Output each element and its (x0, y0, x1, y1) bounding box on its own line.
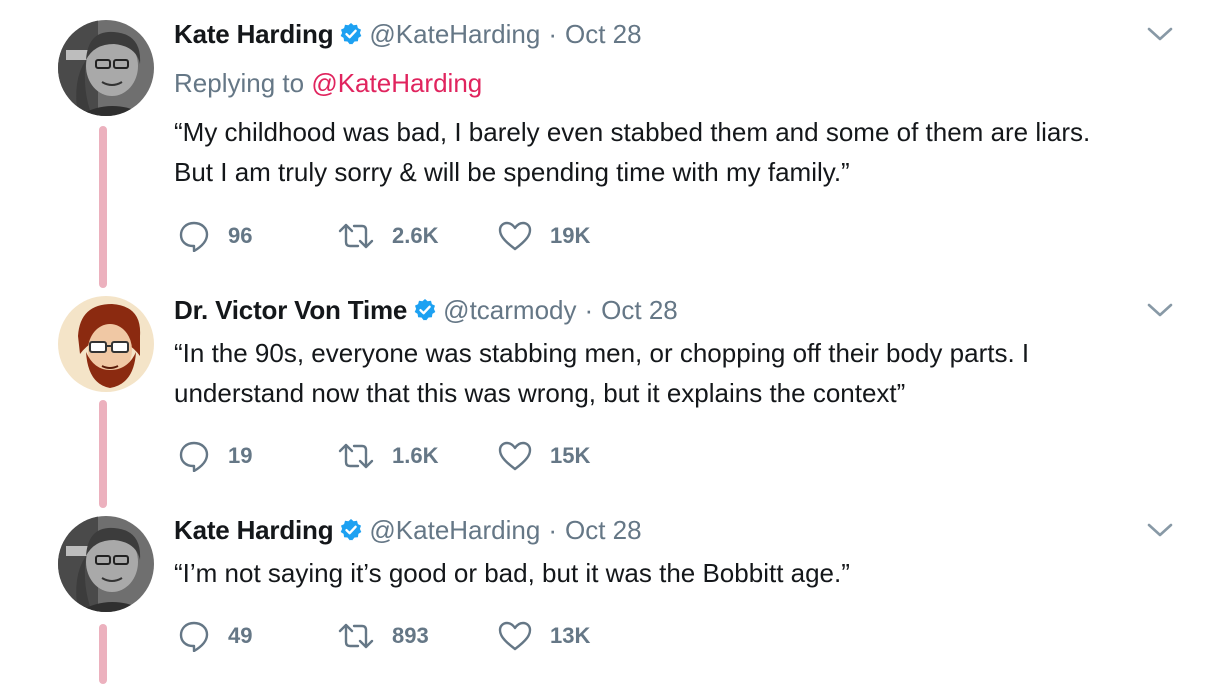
retweet-count: 893 (392, 623, 429, 648)
retweet-button[interactable]: 1.6K (338, 440, 438, 472)
thread-line (99, 126, 107, 288)
user-handle[interactable]: @tcarmody (443, 295, 576, 326)
reply-icon (178, 620, 210, 652)
verified-badge-icon (339, 518, 363, 542)
like-count: 19K (550, 223, 591, 248)
tweet-text-line: “I’m not saying it’s good or bad, but it… (174, 558, 850, 588)
retweet-icon (338, 622, 374, 650)
tweet-header: Dr. Victor Von Time @tcarmody · Oct 28 (174, 292, 678, 328)
tweet-text-line: “My childhood was bad, I barely even sta… (174, 117, 1091, 147)
tweet-text-line: But I am truly sorry & will be spending … (174, 157, 850, 187)
tweet-date[interactable]: Oct 28 (565, 19, 642, 50)
replying-to: Replying to @KateHarding (174, 68, 482, 99)
tweet-text: “I’m not saying it’s good or bad, but it… (174, 553, 1194, 593)
heart-icon (498, 621, 532, 651)
separator: · (548, 18, 558, 49)
reply-button[interactable]: 96 (178, 220, 252, 252)
retweet-count: 2.6K (392, 223, 439, 248)
reply-icon (178, 220, 210, 252)
retweet-icon (338, 222, 374, 250)
tweet-text: “My childhood was bad, I barely even sta… (174, 112, 1194, 192)
thread-line (99, 400, 107, 508)
like-button[interactable]: 15K (498, 440, 590, 472)
retweet-count: 1.6K (392, 443, 439, 468)
tweet-text: “In the 90s, everyone was stabbing men, … (174, 333, 1194, 413)
reply-icon (178, 440, 210, 472)
avatar[interactable] (58, 296, 154, 392)
tweet-date[interactable]: Oct 28 (565, 515, 642, 546)
avatar[interactable] (58, 516, 154, 612)
avatar[interactable] (58, 20, 154, 116)
like-count: 15K (550, 443, 591, 468)
separator: · (548, 514, 558, 545)
display-name[interactable]: Kate Harding (174, 515, 334, 546)
chevron-down-icon[interactable] (1146, 520, 1174, 540)
retweet-button[interactable]: 893 (338, 620, 429, 652)
display-name[interactable]: Kate Harding (174, 19, 334, 50)
reply-count: 19 (228, 443, 253, 468)
heart-icon (498, 221, 532, 251)
tweet-text-line: understand now that this was wrong, but … (174, 378, 906, 408)
tweet-header: Kate Harding @KateHarding · Oct 28 (174, 512, 642, 548)
reply-button[interactable]: 19 (178, 440, 252, 472)
retweet-icon (338, 442, 374, 470)
verified-badge-icon (339, 22, 363, 46)
user-handle[interactable]: @KateHarding (369, 515, 540, 546)
display-name[interactable]: Dr. Victor Von Time (174, 295, 407, 326)
separator: · (584, 294, 594, 325)
like-button[interactable]: 19K (498, 220, 590, 252)
tweet-text-line: “In the 90s, everyone was stabbing men, … (174, 338, 1030, 368)
chevron-down-icon[interactable] (1146, 24, 1174, 44)
reply-button[interactable]: 49 (178, 620, 252, 652)
chevron-down-icon[interactable] (1146, 300, 1174, 320)
thread-line (99, 624, 107, 684)
heart-icon (498, 441, 532, 471)
tweet-date[interactable]: Oct 28 (601, 295, 678, 326)
replying-to-label: Replying to (174, 68, 305, 98)
verified-badge-icon (413, 298, 437, 322)
reply-count: 96 (228, 223, 253, 248)
tweet-header: Kate Harding @KateHarding · Oct 28 (174, 16, 642, 52)
retweet-button[interactable]: 2.6K (338, 220, 438, 252)
like-count: 13K (550, 623, 591, 648)
reply-count: 49 (228, 623, 253, 648)
like-button[interactable]: 13K (498, 620, 590, 652)
reply-mention-link[interactable]: @KateHarding (311, 68, 482, 98)
user-handle[interactable]: @KateHarding (369, 19, 540, 50)
